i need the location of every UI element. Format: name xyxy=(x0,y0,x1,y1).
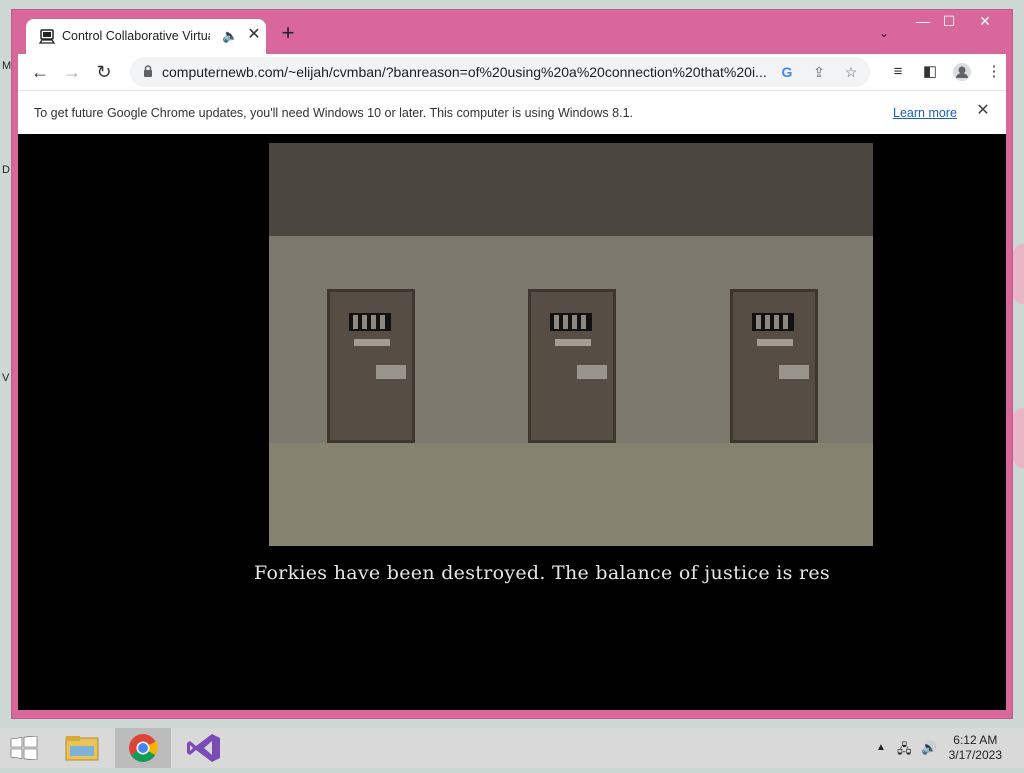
tray-chevron-icon[interactable]: ▲ xyxy=(876,742,886,753)
computer-favicon-icon xyxy=(38,29,56,44)
share-icon[interactable]: ⇪ xyxy=(810,63,828,81)
profile-avatar-icon[interactable] xyxy=(952,62,972,82)
lock-icon[interactable] xyxy=(142,65,154,77)
close-window-button[interactable]: ✕ xyxy=(970,10,1000,32)
file-explorer-icon[interactable] xyxy=(54,728,110,768)
infobar-message: To get future Google Chrome updates, you… xyxy=(34,106,633,120)
tab-close-icon[interactable]: ✕ xyxy=(244,25,264,45)
desktop-icon-label[interactable]: D xyxy=(2,164,10,176)
address-bar[interactable]: computernewb.com/~elijah/cvmban/?banreas… xyxy=(130,57,870,87)
forward-arrow-icon[interactable]: → xyxy=(60,60,84,84)
network-icon[interactable]: 🖧 xyxy=(897,740,912,762)
more-menu-icon[interactable]: ⋮ xyxy=(984,62,1004,82)
door-nameplate xyxy=(757,339,793,346)
new-tab-button[interactable]: + xyxy=(278,22,298,44)
bookmark-star-icon[interactable]: ☆ xyxy=(842,63,860,81)
desktop-decoration xyxy=(1012,408,1024,468)
door-window xyxy=(550,313,592,331)
chevron-down-icon[interactable]: ⌄ xyxy=(876,26,892,42)
game-scene[interactable] xyxy=(269,143,873,546)
infobar-close-icon[interactable]: ✕ xyxy=(974,102,992,120)
door-handle xyxy=(577,365,607,379)
scene-floor xyxy=(269,443,873,546)
page-content: Forkies have been destroyed. The balance… xyxy=(18,134,1006,710)
tab-strip: Control Collaborative Virtual 🔈 ✕ + ⌄ — … xyxy=(12,10,1012,54)
door-window xyxy=(752,313,794,331)
update-infobar: To get future Google Chrome updates, you… xyxy=(18,90,1006,135)
cell-door xyxy=(327,289,415,443)
scene-ceiling xyxy=(269,143,873,236)
browser-toolbar: ← → ↻ computernewb.com/~elijah/cvmban/?b… xyxy=(18,54,1006,90)
game-caption: Forkies have been destroyed. The balance… xyxy=(254,562,830,584)
reload-icon[interactable]: ↻ xyxy=(92,60,116,84)
chrome-window: Control Collaborative Virtual 🔈 ✕ + ⌄ — … xyxy=(12,10,1012,718)
volume-icon[interactable]: 🔊 xyxy=(921,740,937,756)
browser-tab[interactable]: Control Collaborative Virtual 🔈 ✕ xyxy=(26,19,266,54)
desktop-icon-label[interactable]: M xyxy=(2,60,11,72)
media-controls-icon[interactable]: ≡ xyxy=(888,62,908,82)
system-clock[interactable]: 6:12 AM 3/17/2023 xyxy=(949,733,1002,763)
door-handle xyxy=(376,365,406,379)
cell-door xyxy=(730,289,818,443)
back-arrow-icon[interactable]: ← xyxy=(28,60,52,84)
door-nameplate xyxy=(555,339,591,346)
visual-studio-icon[interactable] xyxy=(176,728,232,768)
side-panel-icon[interactable]: ◧ xyxy=(920,62,940,82)
url-text[interactable]: computernewb.com/~elijah/cvmban/?banreas… xyxy=(162,64,768,80)
desktop-decoration xyxy=(1012,244,1024,304)
speaker-icon[interactable]: 🔈 xyxy=(222,28,238,44)
door-handle xyxy=(779,365,809,379)
clock-time: 6:12 AM xyxy=(953,733,998,747)
cell-door xyxy=(528,289,616,443)
windows-start-icon[interactable] xyxy=(10,736,38,760)
google-lens-icon[interactable]: G xyxy=(778,63,796,81)
maximize-button[interactable]: ☐ xyxy=(934,10,964,32)
door-nameplate xyxy=(354,339,390,346)
tab-title: Control Collaborative Virtual xyxy=(62,29,210,43)
chrome-taskbar-icon[interactable] xyxy=(115,728,171,768)
door-window xyxy=(349,313,391,331)
learn-more-link[interactable]: Learn more xyxy=(893,106,957,120)
clock-date: 3/17/2023 xyxy=(948,748,1002,762)
taskbar: ▲ 🖧 🔊 6:12 AM 3/17/2023 xyxy=(0,728,1024,768)
desktop-icon-label[interactable]: V xyxy=(2,372,9,384)
